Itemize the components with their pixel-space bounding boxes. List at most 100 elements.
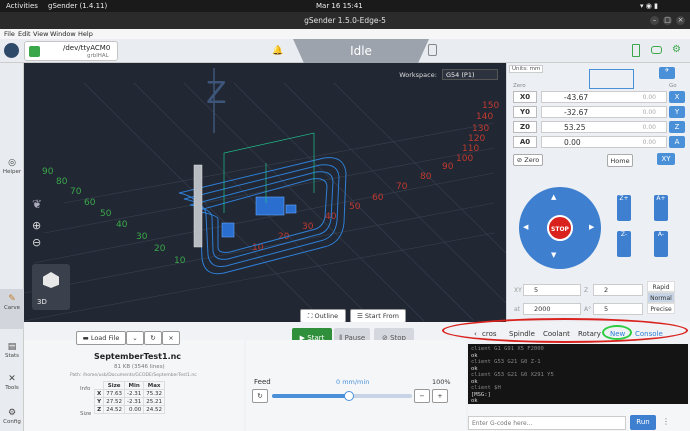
outline-icon: ⛶ (307, 312, 315, 320)
feed-slider-thumb[interactable] (344, 391, 354, 401)
outline-button[interactable]: ⛶ Outline (300, 309, 346, 322)
lock-icon[interactable] (428, 44, 437, 56)
z-plus-button[interactable]: Z+ (617, 195, 631, 221)
workspace-select[interactable]: G54 (P1) (442, 69, 498, 80)
xy-step-input[interactable]: XY 5 (514, 284, 581, 296)
feed-rate-input[interactable]: at 2000 (514, 303, 581, 315)
x-tick: 110 (462, 144, 479, 154)
file-name: SeptemberTest1.nc (94, 352, 182, 361)
a-step-input[interactable]: A° 5 (584, 303, 643, 315)
gamepad-icon[interactable] (651, 46, 662, 54)
menu-view[interactable]: View (33, 30, 48, 38)
zero-z-button[interactable]: Z0 (513, 121, 537, 133)
go-column-label: Go (669, 83, 677, 89)
menu-help[interactable]: Help (78, 30, 93, 38)
go-a-button[interactable]: A (669, 136, 685, 148)
go-x-button[interactable]: X (669, 91, 685, 103)
z-minus-button[interactable]: Z- (617, 231, 631, 257)
zero-a-button[interactable]: A0 (513, 136, 537, 148)
view-cube[interactable]: 3D (32, 264, 70, 310)
a-position[interactable]: 0.00 0.00 (541, 136, 667, 148)
load-file-button[interactable]: ▬ Load File (76, 331, 126, 345)
sidebar-item-helper[interactable]: ◎ Helper (0, 159, 24, 176)
y-tick: 20 (154, 244, 166, 254)
sidebar-item-config[interactable]: ⚙ Config (0, 409, 24, 426)
x-tick: 140 (476, 112, 493, 122)
folder-icon: ▬ (82, 334, 91, 342)
go-z-button[interactable]: Z (669, 121, 685, 133)
zoom-in-icon[interactable]: ⊕ (32, 219, 41, 232)
probe-icon[interactable] (589, 69, 634, 89)
speed-normal[interactable]: Normal (647, 292, 675, 303)
visualizer[interactable]: Z 10 20 30 40 50 60 70 80 90 100 110 120… (24, 63, 506, 322)
start-from-button[interactable]: ☰ Start From (350, 309, 406, 322)
close-file-button[interactable]: × (162, 331, 180, 345)
connection-widget[interactable]: /dev/ttyACM0 grblHAL (24, 41, 118, 61)
sidebar-item-carve[interactable]: ✎ Carve (0, 289, 24, 329)
run-button[interactable]: Run (630, 415, 656, 430)
workspace-selector[interactable]: Workspace: G54 (P1) (399, 69, 498, 80)
reload-file-button[interactable]: ↻ (144, 331, 162, 345)
go-xy-button[interactable]: XY (657, 153, 675, 165)
feed-reset-button[interactable]: ↻ (252, 389, 268, 403)
feed-decrease-button[interactable]: − (414, 389, 430, 403)
sidebar-item-tools[interactable]: ✕ Tools (0, 375, 24, 392)
jog-y-minus[interactable]: ▼ (551, 251, 556, 259)
zero-y-button[interactable]: Y0 (513, 106, 537, 118)
xy-step-value: 5 (534, 286, 539, 294)
zoom-out-icon[interactable]: ⊖ (32, 236, 41, 249)
feed-slider[interactable] (272, 391, 412, 401)
menu-edit[interactable]: Edit (18, 30, 31, 38)
jog-x-plus[interactable]: ▶ (589, 223, 594, 231)
a-plus-button[interactable]: A+ (654, 195, 668, 221)
start-from-icon: ☰ (357, 312, 365, 320)
jog-wheel[interactable]: ▲ ▼ ◀ ▶ STOP (519, 187, 601, 269)
settings-gear-icon[interactable]: ⚙ (672, 44, 681, 55)
app-menu[interactable]: gSender (1.4.11) (48, 2, 107, 10)
close-icon[interactable]: × (676, 16, 685, 25)
a-minus-button[interactable]: A- (654, 231, 668, 257)
zero-all-button[interactable]: ⊘ Zero (513, 154, 543, 166)
feed-percent: 100% (432, 378, 451, 386)
table-header: Min (123, 381, 145, 390)
maximize-icon[interactable]: □ (663, 16, 672, 25)
jog-x-minus[interactable]: ◀ (523, 223, 528, 231)
jog-y-plus[interactable]: ▲ (551, 193, 556, 201)
system-status-icons[interactable]: ▾ ◉ ▮ (640, 2, 658, 10)
console-menu-icon[interactable]: ⋮ (662, 417, 670, 426)
phone-icon[interactable] (632, 44, 640, 57)
gcode-icon[interactable]: ✈ (659, 67, 675, 79)
menu-window[interactable]: Window (50, 30, 76, 38)
console-output[interactable]: client G1 G91 X5 F2000 ok client G53 G21… (468, 344, 688, 404)
stop-jog-button[interactable]: STOP (547, 215, 573, 241)
zero-x-button[interactable]: X0 (513, 91, 537, 103)
feed-increase-button[interactable]: + (432, 389, 448, 403)
y-tick: 70 (70, 187, 82, 197)
x-tick: 60 (372, 193, 384, 203)
leaf-icon[interactable]: ❦ (32, 197, 42, 211)
recent-files-button[interactable]: ⌄ (126, 331, 144, 345)
y-position[interactable]: -32.67 0.00 (541, 106, 667, 118)
console-line: ok (471, 398, 478, 404)
go-y-button[interactable]: Y (669, 106, 685, 118)
location-panel: Units: mm ✈ Zero Go X0 -43.67 0.00 X Y0 -… (506, 63, 690, 322)
z-step-input[interactable]: Z2 (584, 284, 643, 296)
activities-button[interactable]: Activities (6, 2, 38, 10)
speed-rapid[interactable]: Rapid (647, 281, 675, 292)
x-position[interactable]: -43.67 0.00 (541, 91, 667, 103)
bell-icon[interactable]: 🔔 (272, 46, 283, 56)
menu-file[interactable]: File (4, 30, 15, 38)
minimize-icon[interactable]: – (650, 16, 659, 25)
gcode-input[interactable] (468, 416, 626, 430)
clock[interactable]: Mar 16 15:41 (316, 2, 363, 10)
speed-precise[interactable]: Precise (647, 303, 675, 314)
gsender-logo (4, 43, 19, 58)
sidebar-item-stats[interactable]: ▤ Stats (0, 343, 24, 360)
y-tick: 50 (100, 209, 112, 219)
x-tick: 130 (472, 124, 489, 134)
home-button[interactable]: Home (607, 154, 633, 167)
z-position[interactable]: 53.25 0.00 (541, 121, 667, 133)
zero-all-label: Zero (524, 156, 540, 164)
green-annotation-ellipse (602, 325, 632, 340)
sidebar-label: Config (3, 419, 21, 425)
